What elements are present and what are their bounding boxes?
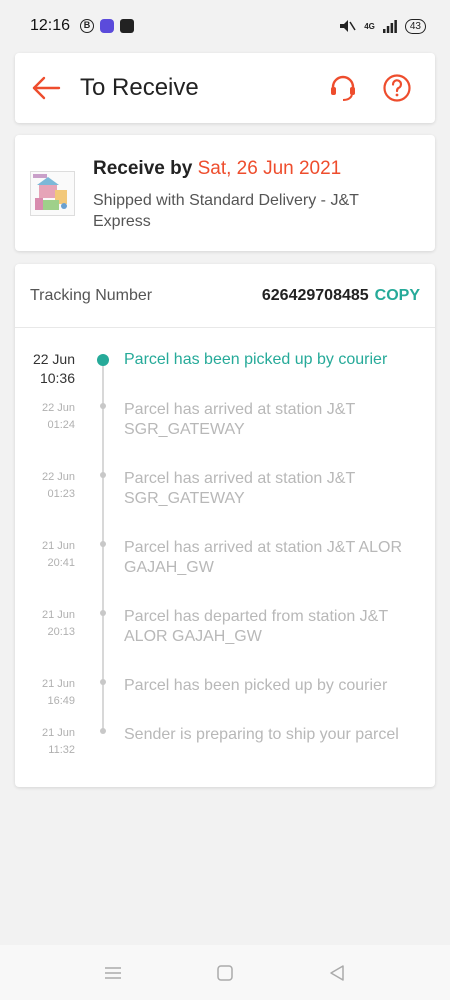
timeline-dot [100, 728, 106, 734]
network-type: 4G [364, 21, 375, 31]
event-time: 11:32 [48, 744, 75, 756]
event-datetime: 21 Jun 20:41 [42, 538, 75, 572]
timeline-dot [100, 403, 106, 409]
event-datetime: 22 Jun 01:24 [42, 400, 75, 434]
status-indicators: 4G 43 [338, 18, 426, 34]
timeline-dot [100, 610, 106, 616]
triangle-back-icon [330, 964, 344, 981]
home-button[interactable] [214, 962, 236, 984]
delivery-info-card: Receive by Sat, 26 Jun 2021 Shipped with… [15, 135, 435, 251]
system-nav-bar [0, 945, 450, 1000]
event-description: Parcel has departed from station J&T ALO… [124, 608, 388, 645]
chat-support-button[interactable] [327, 72, 359, 104]
header-bar: To Receive [15, 53, 435, 123]
square-icon [217, 964, 233, 981]
tracking-number-label: Tracking Number [30, 286, 153, 304]
product-thumbnail [30, 171, 75, 216]
timeline-dot-active [97, 354, 109, 366]
event-date: 21 Jun [41, 678, 75, 690]
event-time: 20:41 [47, 557, 75, 569]
toy-house-image [33, 174, 67, 210]
help-button[interactable] [381, 72, 413, 104]
event-datetime: 21 Jun 20:13 [42, 607, 75, 641]
b-app-icon: B [80, 19, 95, 33]
question-circle-icon [383, 74, 411, 102]
event-date: 22 Jun [41, 471, 75, 483]
event-date: 21 Jun [41, 609, 75, 621]
menu-lines-icon [105, 966, 121, 979]
receive-by-label: Receive by [93, 158, 193, 179]
event-time: 20:13 [47, 626, 75, 638]
event-time: 01:24 [47, 419, 75, 431]
event-datetime: 21 Jun 16:49 [42, 676, 75, 710]
event-date: 21 Jun [41, 540, 75, 552]
shopping-bag-icon [120, 19, 135, 33]
event-date: 21 Jun [41, 727, 75, 739]
mute-vibrate-icon [340, 20, 356, 32]
event-time: 16:49 [47, 695, 75, 707]
event-time: 01:23 [47, 488, 75, 500]
event-description: Parcel has arrived at station J&T SGR_GA… [124, 470, 355, 507]
receive-by-line: Receive by Sat, 26 Jun 2021 [93, 158, 341, 180]
status-bar: 12:16 B 4G 43 [0, 0, 450, 52]
page-title: To Receive [80, 74, 199, 101]
event-description: Parcel has arrived at station J&T ALOR G… [124, 539, 403, 576]
event-date: 22 Jun [41, 402, 75, 414]
event-datetime: 22 Jun 10:36 [33, 350, 75, 388]
event-datetime: 21 Jun 11:32 [42, 725, 75, 759]
event-description: Parcel has been picked up by courier [124, 677, 388, 694]
signal-bars-icon [382, 19, 397, 33]
event-datetime: 22 Jun 01:23 [42, 469, 75, 503]
event-time: 10:36 [39, 370, 75, 386]
recents-button[interactable] [102, 962, 124, 984]
timeline-dot [100, 472, 106, 478]
tracking-card: Tracking Number 626429708485 COPY 22 Jun… [15, 264, 435, 787]
status-time: 12:16 [30, 17, 71, 34]
shipping-method: Shipped with Standard Delivery - J&T Exp… [93, 192, 359, 230]
event-description: Sender is preparing to ship your parcel [124, 726, 399, 743]
tracking-number-row: Tracking Number 626429708485 COPY [15, 264, 435, 328]
copy-tracking-button[interactable]: COPY [375, 287, 420, 305]
receive-date: Sat, 26 Jun 2021 [197, 158, 342, 179]
timeline-dot [100, 679, 106, 685]
arrow-left-icon [32, 76, 61, 100]
back-button[interactable] [30, 72, 62, 104]
notification-icons: B [80, 19, 135, 33]
tracking-number-value: 626429708485 [261, 286, 369, 304]
system-back-button[interactable] [326, 962, 348, 984]
event-description: Parcel has been picked up by courier [124, 351, 388, 368]
headset-icon [331, 75, 355, 101]
battery-indicator: 43 [404, 18, 426, 34]
camera-app-icon [100, 19, 115, 33]
event-date: 22 Jun [32, 351, 75, 367]
event-description: Parcel has arrived at station J&T SGR_GA… [124, 401, 355, 438]
timeline-dot [100, 541, 106, 547]
